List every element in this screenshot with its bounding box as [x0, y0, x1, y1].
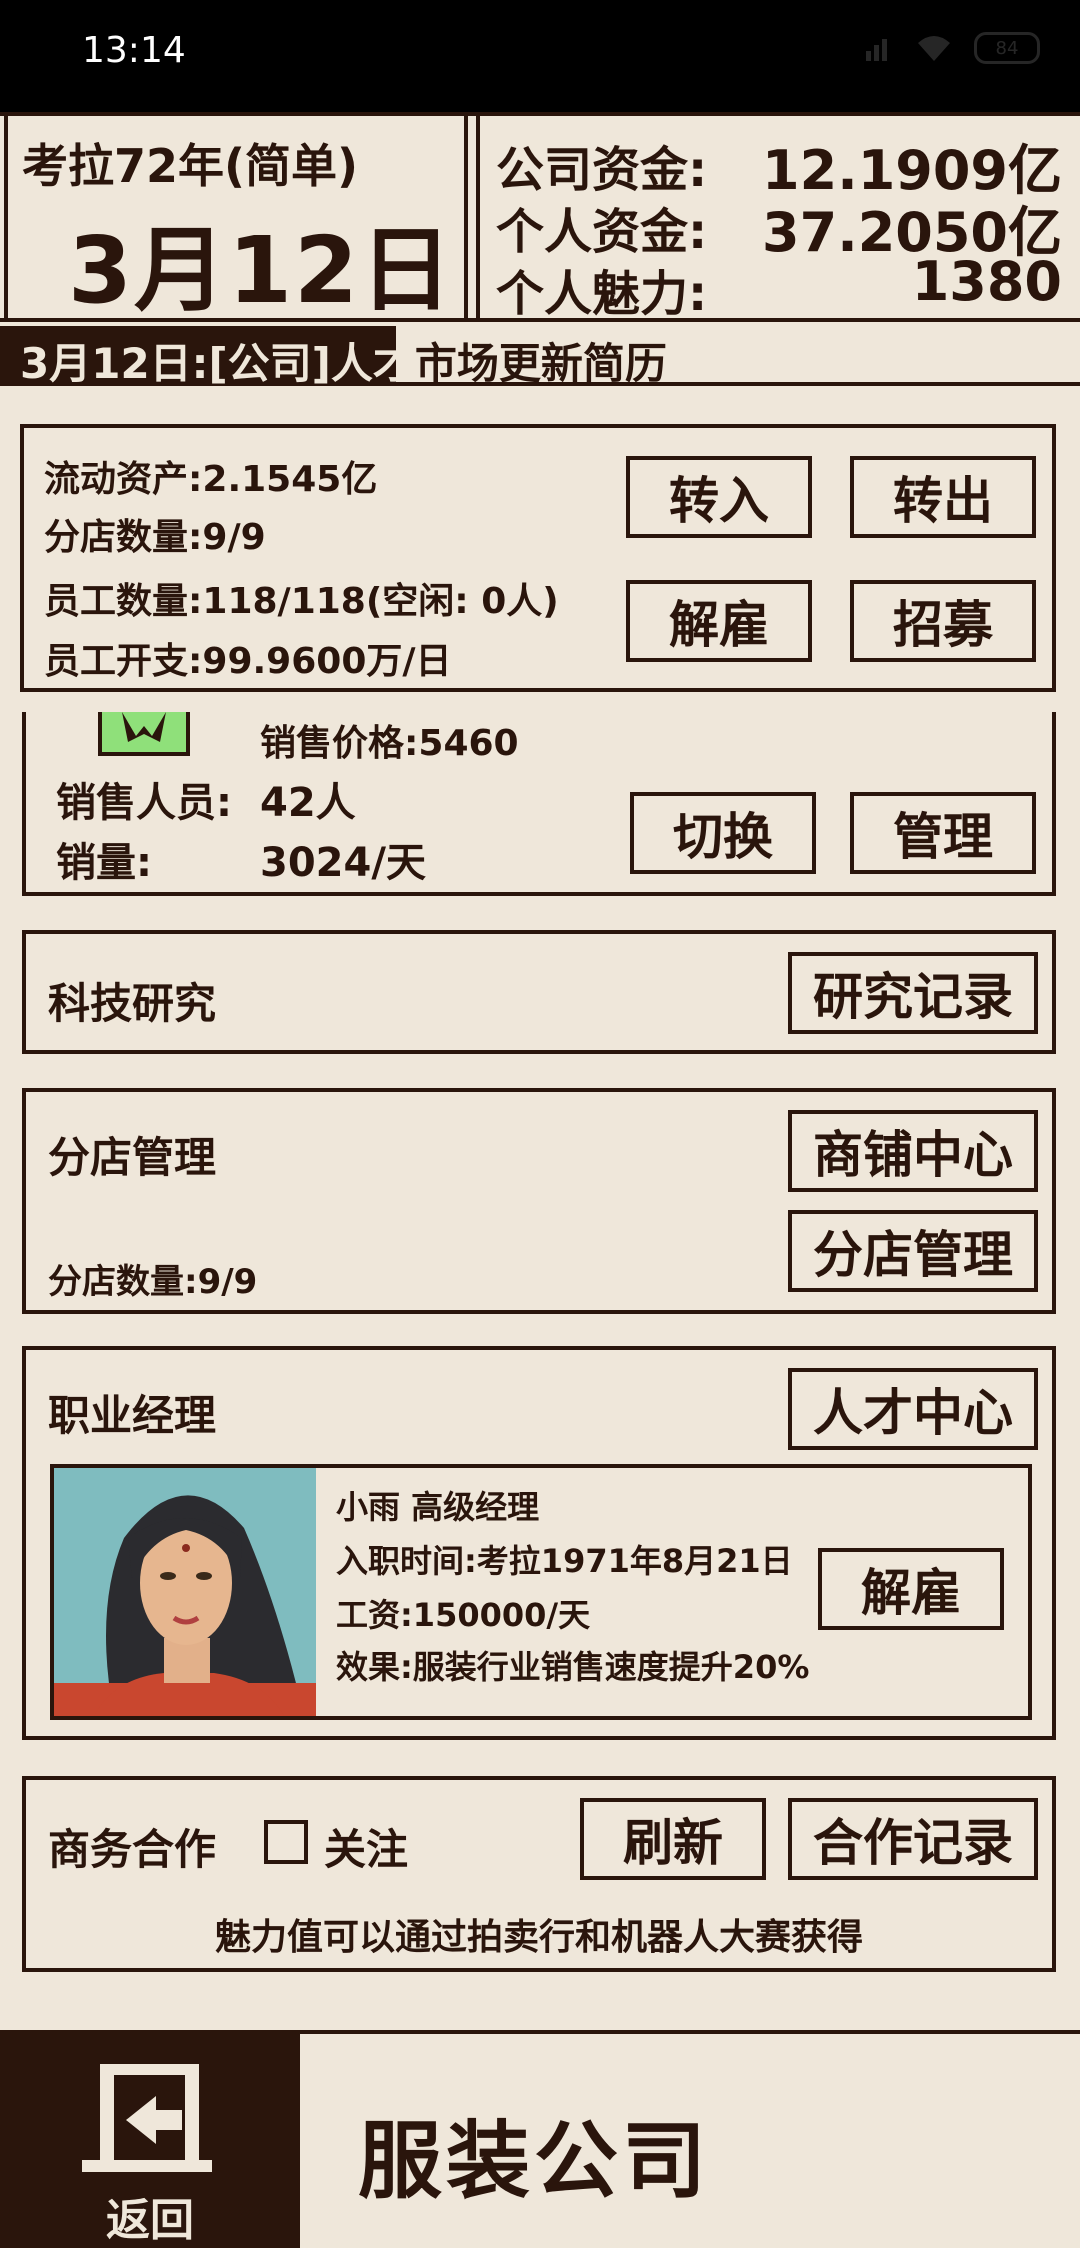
transfer-in-button[interactable]: 转入 [626, 456, 812, 538]
ticker-part-2: 市场更新简历 [414, 339, 667, 388]
ticker-part-1: 3月12日:[公司]人才 [20, 339, 415, 388]
talent-center-button[interactable]: 人才中心 [788, 1368, 1038, 1450]
manager-portrait-icon [54, 1495, 316, 1716]
assets-card: 流动资产:2.1545亿 分店数量:9/9 员工数量:118/118(空闲: 0… [20, 424, 1056, 692]
switch-product-button[interactable]: 切换 [630, 792, 816, 874]
employee-count: 员工数量:118/118(空闲: 0人) [44, 581, 559, 622]
charm-label: 个人魅力: [496, 266, 708, 322]
status-icons: 84 [864, 32, 1040, 64]
manager-name: 小雨 高级经理 [336, 1488, 540, 1526]
sales-price: 销售价格:5460 [260, 723, 519, 764]
branch-card: 分店管理 分店数量:9/9 商铺中心 分店管理 [22, 1088, 1056, 1314]
manager-card: 职业经理 人才中心 小雨 高级经理 入职时间:考拉1971年8月21日 工资:1… [22, 1346, 1056, 1740]
follow-label: 关注 [324, 1825, 409, 1874]
exit-door-icon [82, 2064, 212, 2172]
sales-card: 销售价格:5460 销售人员: 42人 销量: 3024/天 切换 管理 [22, 712, 1056, 896]
sales-staff-value: 42人 [260, 780, 356, 826]
battery-icon: 84 [974, 32, 1040, 64]
current-date: 3月12日 [68, 217, 455, 324]
follow-checkbox[interactable] [264, 1820, 308, 1864]
back-label: 返回 [106, 2195, 194, 2246]
transfer-out-button[interactable]: 转出 [850, 456, 1036, 538]
finance-panel: 公司资金: 12.1909亿 个人资金: 37.2050亿 个人魅力: 1380 [476, 116, 1080, 322]
status-time: 13:14 [82, 30, 186, 71]
manage-sales-button[interactable]: 管理 [850, 792, 1036, 874]
news-ticker[interactable]: 3月12日:[公司]人才市场更新简历 [0, 326, 1080, 388]
research-title: 科技研究 [48, 979, 217, 1028]
battery-level: 84 [995, 37, 1019, 59]
company-title: 服装公司 [358, 2112, 711, 2210]
ticker-message: 3月12日:[公司]人才市场更新简历 [20, 330, 667, 391]
research-card: 科技研究 研究记录 [22, 930, 1056, 1054]
cooperation-hint: 魅力值可以通过拍卖行和机器人大赛获得 [214, 1917, 863, 1958]
fire-staff-button[interactable]: 解雇 [626, 580, 812, 662]
fire-manager-button[interactable]: 解雇 [818, 1548, 1004, 1630]
cooperation-records-button[interactable]: 合作记录 [788, 1798, 1038, 1880]
branch-manage-button[interactable]: 分店管理 [788, 1210, 1038, 1292]
manager-avatar [54, 1468, 316, 1716]
date-panel: 考拉72年(简单) 3月12日 [4, 116, 468, 324]
employee-expense: 员工开支:99.9600万/日 [44, 641, 452, 682]
manager-title: 职业经理 [48, 1391, 217, 1440]
sales-staff-label: 销售人员: [56, 780, 232, 826]
branch-title: 分店管理 [48, 1133, 217, 1182]
wifi-icon [918, 36, 950, 61]
status-bar: 13:14 84 [0, 0, 1080, 112]
sales-volume-value: 3024/天 [260, 840, 426, 886]
manager-effect: 效果:服装行业销售速度提升20% [336, 1648, 810, 1686]
sales-volume-label: 销量: [56, 840, 152, 886]
bottom-bar: 返回 服装公司 [0, 2030, 1080, 2248]
cooperation-title: 商务合作 [48, 1825, 217, 1874]
recruit-button[interactable]: 招募 [850, 580, 1036, 662]
company-funds-label: 公司资金: [496, 142, 708, 198]
shop-center-button[interactable]: 商铺中心 [788, 1110, 1038, 1192]
research-records-button[interactable]: 研究记录 [788, 952, 1038, 1034]
charm-value: 1380 [911, 250, 1062, 313]
top-info-panel: 考拉72年(简单) 3月12日 公司资金: 12.1909亿 个人资金: 37.… [0, 112, 1080, 324]
manager-salary: 工资:150000/天 [336, 1596, 591, 1634]
cooperation-card: 商务合作 关注 刷新 合作记录 魅力值可以通过拍卖行和机器人大赛获得 [22, 1776, 1056, 1972]
manager-profile: 小雨 高级经理 入职时间:考拉1971年8月21日 工资:150000/天 效果… [50, 1464, 1032, 1720]
product-image [98, 712, 190, 756]
manager-hire-date: 入职时间:考拉1971年8月21日 [336, 1542, 793, 1580]
back-button[interactable]: 返回 [0, 2034, 300, 2248]
liquid-assets: 流动资产:2.1545亿 [44, 459, 378, 500]
signal-icon [866, 39, 887, 61]
store-count: 分店数量:9/9 [44, 517, 266, 558]
branch-count: 分店数量:9/9 [48, 1262, 258, 1302]
year-label: 考拉72年(简单) [22, 139, 359, 193]
personal-funds-label: 个人资金: [496, 204, 708, 260]
clothing-icon [122, 712, 166, 742]
refresh-button[interactable]: 刷新 [580, 1798, 766, 1880]
